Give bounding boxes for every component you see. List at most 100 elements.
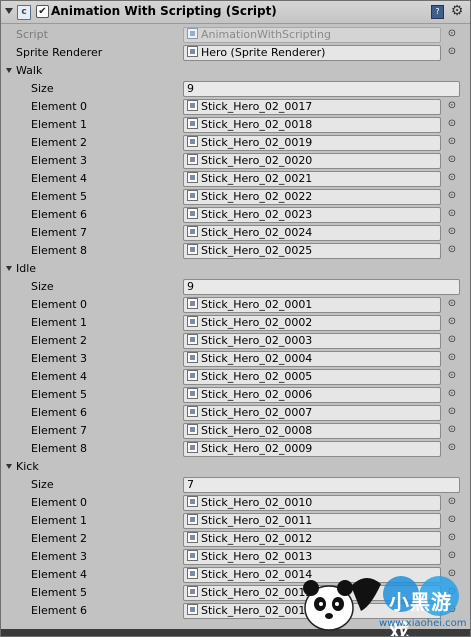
walk-size-field[interactable]: 9	[183, 81, 460, 97]
script-row: Script AnimationWithScripting ⊙	[1, 26, 470, 44]
idle-element-field[interactable]: Stick_Hero_02_0004	[183, 351, 441, 367]
sprite-asset-icon	[187, 514, 198, 525]
object-picker-icon[interactable]: ⊙	[447, 155, 457, 165]
object-picker-icon[interactable]: ⊙	[447, 335, 457, 345]
kick-element-row: Element 3 Stick_Hero_02_0013 ⊙	[1, 548, 470, 566]
object-picker-icon[interactable]: ⊙	[447, 407, 457, 417]
walk-foldout[interactable]: Walk	[1, 62, 470, 80]
walk-element-field[interactable]: Stick_Hero_02_0020	[183, 153, 441, 169]
idle-foldout-arrow-icon[interactable]	[6, 266, 12, 271]
kick-element-value: Stick_Hero_02_0011	[201, 514, 313, 527]
kick-element-label: Element 6	[31, 604, 88, 617]
kick-foldout-arrow-icon[interactable]	[6, 464, 12, 469]
idle-element-label: Element 2	[31, 334, 88, 347]
sprite-renderer-row: Sprite Renderer Hero (Sprite Renderer) ⊙	[1, 44, 470, 62]
idle-label: Idle	[16, 262, 37, 275]
object-picker-icon[interactable]: ⊙	[447, 317, 457, 327]
script-value: AnimationWithScripting	[201, 28, 331, 41]
kick-size-field[interactable]: 7	[183, 477, 460, 493]
idle-element-row: Element 5 Stick_Hero_02_0006 ⊙	[1, 386, 470, 404]
object-picker-icon[interactable]: ⊙	[447, 227, 457, 237]
walk-element-field[interactable]: Stick_Hero_02_0021	[183, 171, 441, 187]
idle-element-value: Stick_Hero_02_0008	[201, 424, 313, 437]
idle-element-row: Element 0 Stick_Hero_02_0001 ⊙	[1, 296, 470, 314]
walk-element-value: Stick_Hero_02_0017	[201, 100, 313, 113]
walk-element-row: Element 7 Stick_Hero_02_0024 ⊙	[1, 224, 470, 242]
kick-element-field[interactable]: Stick_Hero_02_0012	[183, 531, 441, 547]
object-picker-icon[interactable]: ⊙	[447, 371, 457, 381]
object-picker-icon[interactable]: ⊙	[447, 137, 457, 147]
sprite-renderer-picker-icon[interactable]: ⊙	[447, 47, 457, 57]
sprite-asset-icon	[187, 370, 198, 381]
script-icon: c	[17, 5, 31, 20]
walk-element-row: Element 1 Stick_Hero_02_0018 ⊙	[1, 116, 470, 134]
walk-element-value: Stick_Hero_02_0018	[201, 118, 313, 131]
sprite-asset-icon	[187, 298, 198, 309]
kick-element-field[interactable]: Stick_Hero_02_0011	[183, 513, 441, 529]
idle-element-row: Element 1 Stick_Hero_02_0002 ⊙	[1, 314, 470, 332]
sprite-asset-icon	[187, 208, 198, 219]
idle-element-field[interactable]: Stick_Hero_02_0001	[183, 297, 441, 313]
object-picker-icon[interactable]: ⊙	[447, 353, 457, 363]
idle-size-row: Size 9	[1, 278, 470, 296]
object-picker-icon[interactable]: ⊙	[447, 497, 457, 507]
idle-foldout[interactable]: Idle	[1, 260, 470, 278]
idle-element-field[interactable]: Stick_Hero_02_0007	[183, 405, 441, 421]
kick-element-field[interactable]: Stick_Hero_02_0010	[183, 495, 441, 511]
walk-element-field[interactable]: Stick_Hero_02_0023	[183, 207, 441, 223]
idle-element-label: Element 7	[31, 424, 88, 437]
idle-element-field[interactable]: Stick_Hero_02_0009	[183, 441, 441, 457]
sprite-asset-icon	[187, 568, 198, 579]
idle-element-field[interactable]: Stick_Hero_02_0002	[183, 315, 441, 331]
walk-element-field[interactable]: Stick_Hero_02_0017	[183, 99, 441, 115]
idle-element-value: Stick_Hero_02_0005	[201, 370, 313, 383]
idle-element-row: Element 2 Stick_Hero_02_0003 ⊙	[1, 332, 470, 350]
walk-element-label: Element 8	[31, 244, 88, 257]
walk-label: Walk	[16, 64, 43, 77]
walk-element-row: Element 3 Stick_Hero_02_0020 ⊙	[1, 152, 470, 170]
kick-element-field[interactable]: Stick_Hero_02_0013	[183, 549, 441, 565]
object-picker-icon[interactable]: ⊙	[447, 389, 457, 399]
idle-element-value: Stick_Hero_02_0001	[201, 298, 313, 311]
idle-element-field[interactable]: Stick_Hero_02_0006	[183, 387, 441, 403]
object-picker-icon[interactable]: ⊙	[447, 443, 457, 453]
idle-element-field[interactable]: Stick_Hero_02_0005	[183, 369, 441, 385]
walk-element-field[interactable]: Stick_Hero_02_0022	[183, 189, 441, 205]
gear-icon[interactable]: ⚙	[449, 3, 465, 19]
idle-element-value: Stick_Hero_02_0009	[201, 442, 313, 455]
walk-element-label: Element 2	[31, 136, 88, 149]
object-picker-icon[interactable]: ⊙	[447, 515, 457, 525]
object-picker-icon[interactable]: ⊙	[447, 425, 457, 435]
walk-element-label: Element 3	[31, 154, 88, 167]
walk-element-field[interactable]: Stick_Hero_02_0024	[183, 225, 441, 241]
object-picker-icon[interactable]: ⊙	[447, 119, 457, 129]
sprite-renderer-icon	[187, 46, 198, 57]
component-header[interactable]: c ✔ Animation With Scripting (Script) ? …	[1, 1, 470, 24]
walk-element-field[interactable]: Stick_Hero_02_0025	[183, 243, 441, 259]
object-picker-icon[interactable]: ⊙	[447, 173, 457, 183]
object-picker-icon[interactable]: ⊙	[447, 533, 457, 543]
walk-element-field[interactable]: Stick_Hero_02_0018	[183, 117, 441, 133]
kick-foldout[interactable]: Kick	[1, 458, 470, 476]
object-picker-icon[interactable]: ⊙	[447, 209, 457, 219]
sprite-asset-icon	[187, 496, 198, 507]
object-picker-icon[interactable]: ⊙	[447, 101, 457, 111]
walk-element-value: Stick_Hero_02_0022	[201, 190, 313, 203]
sprite-renderer-field[interactable]: Hero (Sprite Renderer)	[183, 45, 441, 61]
help-book-icon[interactable]: ?	[431, 5, 444, 19]
idle-size-field[interactable]: 9	[183, 279, 460, 295]
walk-element-field[interactable]: Stick_Hero_02_0019	[183, 135, 441, 151]
idle-element-field[interactable]: Stick_Hero_02_0003	[183, 333, 441, 349]
walk-foldout-arrow-icon[interactable]	[6, 68, 12, 73]
sprite-asset-icon	[187, 172, 198, 183]
foldout-arrow-icon[interactable]	[5, 8, 13, 14]
idle-element-field[interactable]: Stick_Hero_02_0008	[183, 423, 441, 439]
object-picker-icon[interactable]: ⊙	[447, 551, 457, 561]
walk-element-value: Stick_Hero_02_0024	[201, 226, 313, 239]
enable-checkbox[interactable]: ✔	[36, 5, 49, 18]
object-picker-icon[interactable]: ⊙	[447, 245, 457, 255]
object-picker-icon[interactable]: ⊙	[447, 191, 457, 201]
idle-element-row: Element 6 Stick_Hero_02_0007 ⊙	[1, 404, 470, 422]
object-picker-icon[interactable]: ⊙	[447, 299, 457, 309]
kick-element-value: Stick_Hero_02_0010	[201, 496, 313, 509]
